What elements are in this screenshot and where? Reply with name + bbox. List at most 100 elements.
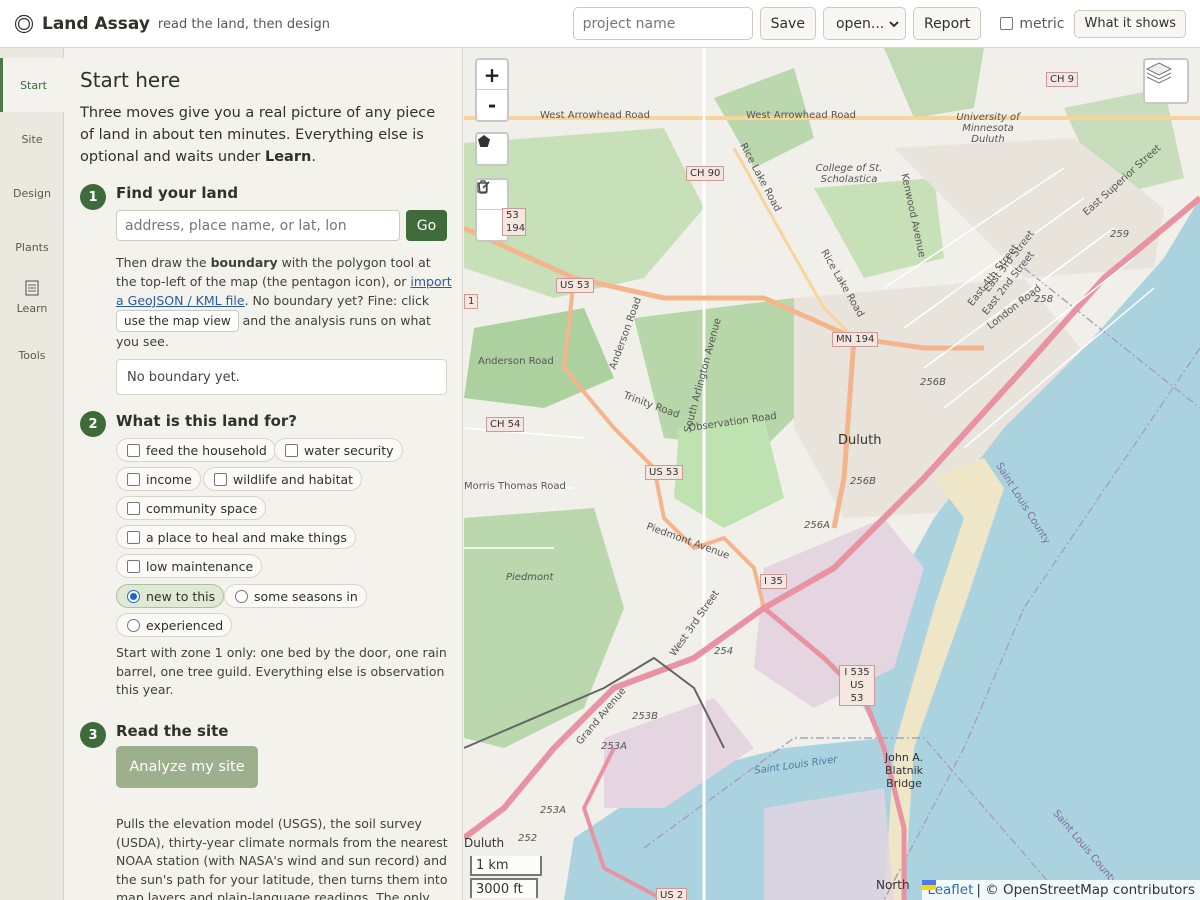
map-view[interactable]: + - West Arrowhead Road West Arrowhead R…: [464, 48, 1200, 900]
osm-attribution: | © OpenStreetMap contributors: [976, 882, 1195, 898]
goal-checkbox[interactable]: [127, 472, 140, 486]
rail-item-site[interactable]: Site: [0, 112, 64, 166]
zoom-control: + -: [475, 58, 509, 122]
rail-item-label: Tools: [18, 348, 46, 362]
route-shield: CH 90: [686, 166, 725, 181]
metric-checkbox[interactable]: [1000, 17, 1014, 30]
step-number-3: 3: [80, 722, 106, 748]
project-name-input[interactable]: [572, 7, 753, 40]
exit-number: 253B: [632, 711, 658, 722]
experience-radio[interactable]: [127, 618, 140, 632]
exit-number: 254: [714, 646, 734, 657]
goal-chip[interactable]: a place to heal and make things: [116, 525, 356, 549]
pentagon-icon: [478, 135, 490, 147]
rail-item-label: Plants: [15, 240, 49, 254]
exit-number: 253A: [601, 741, 627, 752]
scale-bar-ft: 3000 ft: [470, 878, 538, 898]
panel-title: Start here: [80, 68, 181, 92]
boundary-status: No boundary yet.: [116, 359, 447, 395]
goal-chip[interactable]: low maintenance: [116, 554, 263, 578]
rail-item-plants[interactable]: Plants: [0, 220, 64, 274]
step-number-2: 2: [80, 411, 106, 437]
map-label: Morris Thomas Road: [464, 481, 566, 492]
goal-chip[interactable]: feed the household: [116, 438, 276, 462]
route-shield: MN 194: [832, 332, 879, 347]
rail-item-learn[interactable]: Learn: [0, 270, 64, 324]
route-shield: US 53: [556, 278, 594, 293]
experience-option[interactable]: some seasons in: [224, 584, 367, 608]
draw-toolbar: [475, 132, 509, 166]
experience-note: Start with zone 1 only: one bed by the d…: [116, 645, 447, 697]
layers-control-button[interactable]: [1143, 58, 1189, 104]
rail-item-tools[interactable]: Tools: [0, 328, 64, 382]
open-project-select[interactable]: open...: [822, 7, 906, 40]
route-shield: I 35: [760, 574, 787, 589]
step-2-title: What is this land for?: [116, 412, 298, 430]
exit-number: 259: [1110, 229, 1130, 240]
zoom-in-button[interactable]: +: [477, 60, 507, 90]
save-button[interactable]: Save: [759, 7, 816, 40]
report-button[interactable]: Report: [912, 7, 982, 40]
map-city-label: North: [876, 878, 910, 892]
app-tagline: read the land, then design: [157, 17, 330, 32]
goal-checkbox[interactable]: [127, 443, 140, 457]
intro-text: Three moves give you a real picture of a…: [80, 105, 436, 165]
goal-chip[interactable]: water security: [274, 438, 403, 462]
experience-option[interactable]: new to this: [116, 584, 225, 608]
address-search-input[interactable]: [116, 210, 400, 241]
map-label: Anderson Road: [478, 356, 554, 367]
experience-radio[interactable]: [127, 589, 140, 603]
layers-icon: [1145, 62, 1173, 84]
goal-checkbox[interactable]: [127, 501, 140, 515]
rail-item-label: Site: [21, 132, 43, 146]
exit-number: 256B: [850, 476, 876, 487]
exit-number: 258: [1034, 294, 1054, 305]
route-shield: I 535 US 53: [839, 665, 875, 706]
exit-number: 252: [518, 833, 538, 844]
logo-icon: [14, 14, 34, 34]
goal-checkbox[interactable]: [214, 472, 227, 486]
top-bar: Land Assay read the land, then design Sa…: [0, 0, 1200, 48]
step-1-title: Find your land: [116, 184, 239, 202]
use-map-view-button[interactable]: use the map view: [116, 310, 239, 332]
map-city-label: Duluth: [838, 433, 882, 448]
route-shield: 1: [464, 294, 479, 309]
route-shield: US 2: [656, 888, 688, 900]
goal-checkbox[interactable]: [285, 443, 298, 457]
metric-label: metric: [1019, 15, 1065, 32]
chevron-down-icon: [889, 20, 899, 27]
rail-item-label: Learn: [16, 301, 48, 315]
experience-option[interactable]: experienced: [116, 613, 233, 637]
goal-chip[interactable]: income: [116, 467, 201, 491]
map-label: West Arrowhead Road: [540, 110, 650, 121]
rail-item-design[interactable]: Design: [0, 166, 64, 220]
draw-polygon-button[interactable]: [477, 134, 507, 164]
goal-chip[interactable]: community space: [116, 496, 267, 520]
rail-item-start[interactable]: Start: [0, 58, 64, 112]
nav-rail: Start Site Design Plants Learn Tools: [0, 48, 64, 900]
book-icon: [25, 279, 39, 299]
map-label: College of St. Scholastica: [815, 163, 883, 185]
experience-radio[interactable]: [235, 589, 248, 603]
rail-item-label: Start: [20, 78, 47, 92]
metric-toggle[interactable]: metric: [1000, 16, 1064, 32]
rail-item-label: Design: [13, 186, 51, 200]
map-attribution: Leaflet | © OpenStreetMap contributors: [922, 880, 1200, 900]
goal-chip[interactable]: wildlife and habitat: [203, 467, 363, 491]
learn-emphasis: Learn: [264, 149, 312, 165]
start-panel: Start here Three moves give you a real p…: [64, 48, 463, 900]
map-label: West Arrowhead Road: [746, 110, 856, 121]
exit-number: 253A: [540, 805, 566, 816]
analyze-site-button[interactable]: Analyze my site: [116, 746, 258, 788]
route-shield: 53 194: [502, 208, 526, 236]
exit-number: 256A: [804, 520, 830, 531]
go-button[interactable]: Go: [406, 210, 447, 241]
goal-checkbox[interactable]: [127, 530, 140, 544]
map-label: John A. Blatnik Bridge: [884, 751, 924, 790]
goal-checkbox[interactable]: [127, 559, 140, 573]
map-label: Piedmont: [506, 572, 554, 583]
zoom-out-button[interactable]: -: [477, 90, 507, 120]
exit-number: 256B: [920, 377, 946, 388]
what-it-shows-button[interactable]: What it shows: [1074, 9, 1186, 38]
route-shield: CH 9: [1046, 72, 1079, 87]
